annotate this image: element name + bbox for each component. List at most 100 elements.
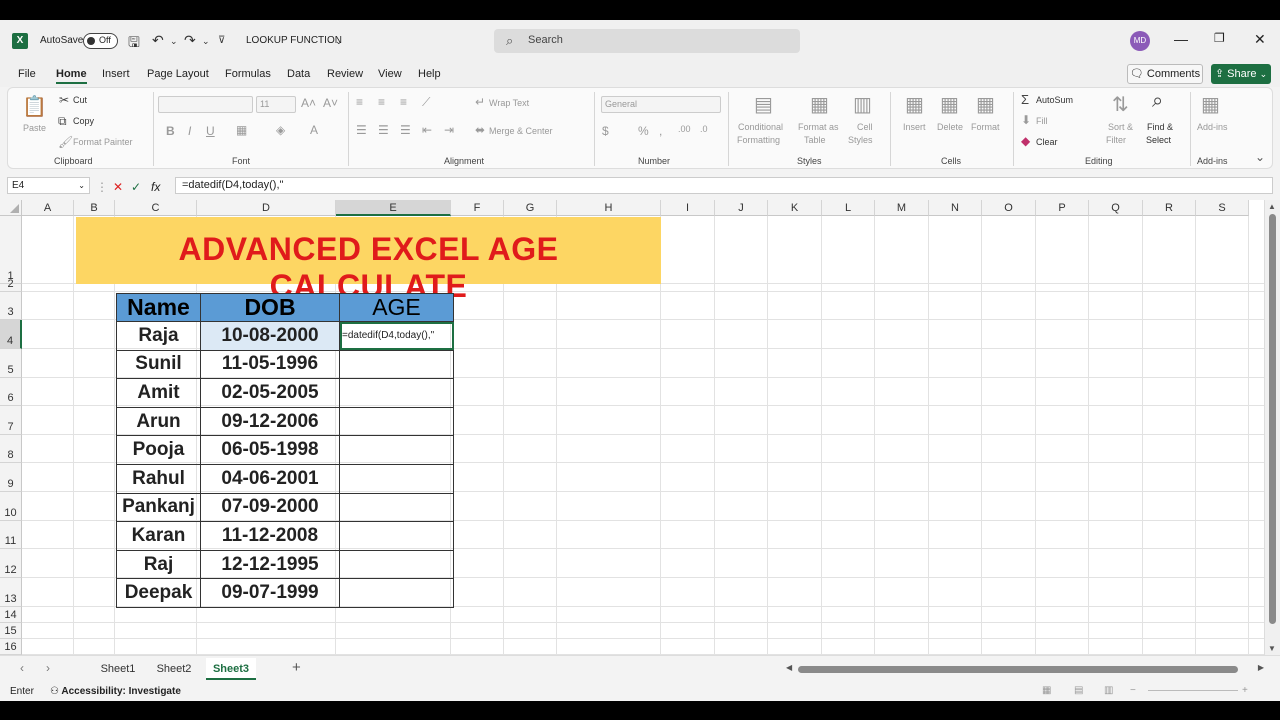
header-name[interactable]: Name [116,293,201,322]
format-cells-icon[interactable]: ▦ [976,92,995,117]
tab-page-layout[interactable]: Page Layout [147,68,209,80]
italic-icon[interactable]: I [188,124,191,138]
row-header-10[interactable]: 10 [0,492,22,521]
paste-label[interactable]: Paste [23,123,46,133]
title-dropdown-icon[interactable]: ⌄ [335,36,343,47]
row-header-12[interactable]: 12 [0,549,22,578]
horizontal-scrollbar[interactable]: ◀ ▶ [786,663,1264,675]
align-bottom-icon[interactable]: ≡ [400,95,407,109]
row-header-1[interactable]: 1 [0,216,22,284]
name-cell[interactable]: Karan [116,521,201,551]
column-header-k[interactable]: K [768,200,822,216]
autosum-label[interactable]: AutoSum [1036,95,1073,105]
scroll-up-icon[interactable]: ▲ [1268,202,1276,211]
sort-filter-icon[interactable]: ⇅ [1112,92,1129,117]
name-cell[interactable]: Pankanj [116,492,201,523]
row-header-6[interactable]: 6 [0,378,22,406]
increase-font-icon[interactable]: A˄ [301,96,316,110]
font-size-box[interactable]: 11 [256,96,296,113]
comma-style-icon[interactable]: , [659,124,662,138]
name-cell[interactable]: Amit [116,378,201,408]
column-header-h[interactable]: H [557,200,661,216]
age-cell[interactable] [339,406,454,437]
paste-icon[interactable]: 📋 [22,94,47,119]
column-header-d[interactable]: D [197,200,336,216]
tab-insert[interactable]: Insert [102,68,130,80]
tab-review[interactable]: Review [327,68,363,80]
fill-icon[interactable]: ⬇ [1021,113,1031,127]
row-header-14[interactable]: 14 [0,607,22,623]
zoom-in-icon[interactable]: + [1242,685,1248,696]
column-header-b[interactable]: B [74,200,115,216]
normal-view-icon[interactable]: ▦ [1042,685,1051,696]
merge-center-label[interactable]: Merge & Center [489,126,553,136]
document-title[interactable]: LOOKUP FUNCTION [246,35,342,46]
dob-cell[interactable]: 12-12-1995 [200,549,340,580]
accessibility-status[interactable]: ⚇ Accessibility: Investigate [50,686,181,697]
column-header-s[interactable]: S [1196,200,1249,216]
insert-cells-icon[interactable]: ▦ [905,92,924,117]
accounting-format-icon[interactable]: $ [602,124,609,138]
name-cell[interactable]: Raj [116,549,201,580]
redo-dropdown-icon[interactable]: ⌄ [202,36,210,47]
next-sheet-icon[interactable]: › [46,661,50,675]
percent-icon[interactable]: % [638,124,649,138]
prev-sheet-icon[interactable]: ‹ [20,661,24,675]
age-cell[interactable] [339,435,454,465]
align-top-icon[interactable]: ≡ [356,95,363,109]
zoom-out-icon[interactable]: − [1130,685,1136,696]
column-header-f[interactable]: F [451,200,504,216]
bold-icon[interactable]: B [166,124,175,138]
column-header-q[interactable]: Q [1089,200,1143,216]
clear-label[interactable]: Clear [1036,137,1058,147]
column-header-p[interactable]: P [1036,200,1089,216]
undo-dropdown-icon[interactable]: ⌄ [170,36,178,47]
tab-view[interactable]: View [378,68,402,80]
worksheet-grid[interactable]: ABCDEFGHIJKLMNOPQRS 1 2 3 4 5 6 7 8 9 10 11 12 13 14 1… [0,200,1264,655]
align-right-icon[interactable]: ☰ [400,123,411,137]
autosave-toggle[interactable]: Off [83,33,118,49]
row-header-11[interactable]: 11 [0,521,22,549]
dob-cell[interactable]: 09-07-1999 [200,578,340,608]
hscroll-thumb[interactable] [798,666,1238,673]
conditional-formatting-label-2[interactable]: Formatting [737,135,780,145]
title-banner[interactable]: ADVANCED EXCEL AGE CALCULATE [76,217,661,304]
dob-cell[interactable]: 04-06-2001 [200,463,340,494]
font-color-icon[interactable]: A [310,123,318,137]
age-cell[interactable] [339,492,454,523]
align-center-icon[interactable]: ☰ [378,123,389,137]
add-sheet-button[interactable]: + [292,659,301,676]
insert-cells-label[interactable]: Insert [903,122,926,132]
customize-toolbar-icon[interactable]: ⊽ [218,35,225,46]
sort-filter-label-1[interactable]: Sort & [1108,122,1133,132]
scroll-thumb[interactable] [1269,214,1276,624]
font-name-box[interactable] [158,96,253,113]
save-icon[interactable]: 🖫 [128,32,140,56]
fill-label[interactable]: Fill [1036,116,1048,126]
clear-icon[interactable]: ◆ [1021,134,1030,148]
name-cell[interactable]: Rahul [116,463,201,494]
number-format-box[interactable]: General [601,96,721,113]
tab-formulas[interactable]: Formulas [225,68,271,80]
sort-filter-label-2[interactable]: Filter [1106,135,1126,145]
row-header-7[interactable]: 7 [0,406,22,435]
enter-icon[interactable]: ✓ [131,180,141,194]
row-header-13[interactable]: 13 [0,578,22,607]
redo-icon[interactable]: ↷ [184,32,196,49]
format-as-table-label-1[interactable]: Format as [798,122,839,132]
align-left-icon[interactable]: ☰ [356,123,367,137]
decrease-decimal-icon[interactable]: .0 [700,124,708,134]
fill-color-icon[interactable]: ◈ [276,123,285,137]
conditional-formatting-icon[interactable]: ▤ [754,92,773,117]
borders-icon[interactable]: ▦ [236,123,247,137]
orientation-icon[interactable]: ⟋ [422,95,430,110]
increase-indent-icon[interactable]: ⇥ [444,123,454,137]
format-painter-label[interactable]: Format Painter [73,137,133,147]
add-ins-icon[interactable]: ▦ [1201,92,1220,117]
active-age-cell[interactable]: =datedif(D4,today()," [339,321,454,351]
tab-home[interactable]: Home [56,68,87,84]
zoom-slider[interactable] [1148,690,1238,691]
dob-cell[interactable]: 06-05-1998 [200,435,340,465]
close-icon[interactable]: ✕ [1254,31,1266,48]
collapse-ribbon-icon[interactable]: ⌄ [1255,150,1265,164]
